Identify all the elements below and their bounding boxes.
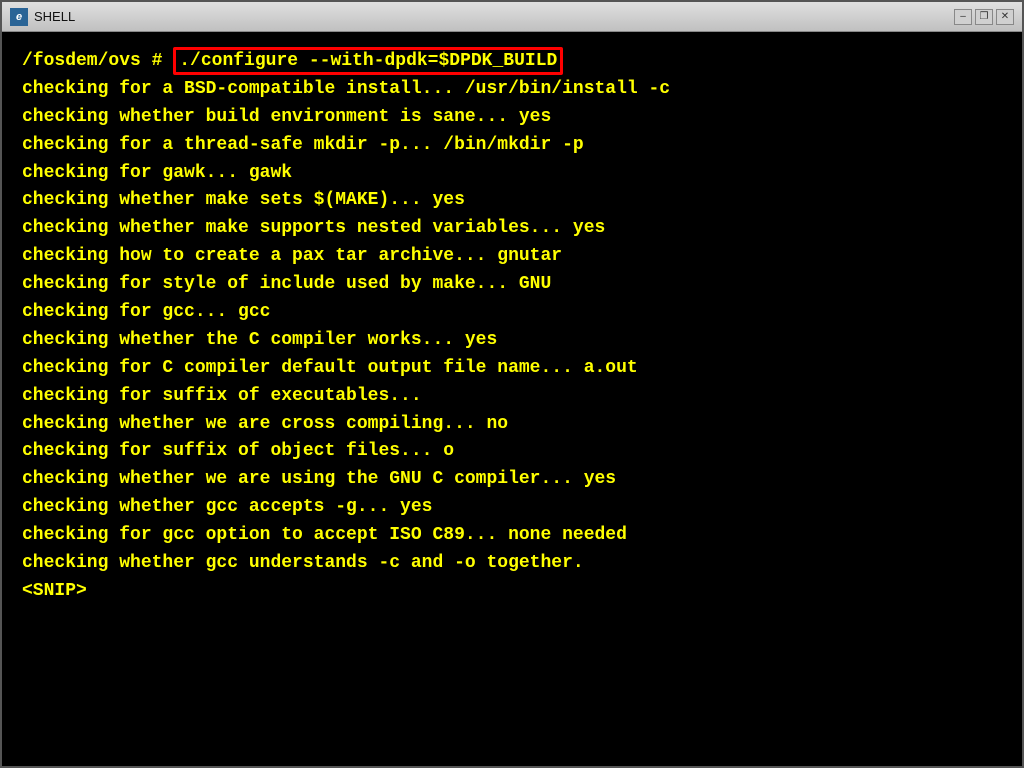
terminal-line-13: checking whether we are cross compiling.… xyxy=(22,411,1002,439)
terminal-line-12: checking for suffix of executables... xyxy=(22,383,1002,411)
close-button[interactable]: ✕ xyxy=(996,9,1014,25)
terminal-line-7: checking how to create a pax tar archive… xyxy=(22,243,1002,271)
shell-window: e SHELL – ❐ ✕ /fosdem/ovs # ./configure … xyxy=(0,0,1024,768)
terminal-line-5: checking whether make sets $(MAKE)... ye… xyxy=(22,187,1002,215)
window-title: SHELL xyxy=(34,9,75,24)
terminal-line-17: checking for gcc option to accept ISO C8… xyxy=(22,522,1002,550)
terminal-line-15: checking whether we are using the GNU C … xyxy=(22,466,1002,494)
terminal-line-10: checking whether the C compiler works...… xyxy=(22,327,1002,355)
terminal-line-6: checking whether make supports nested va… xyxy=(22,215,1002,243)
terminal-line-2: checking whether build environment is sa… xyxy=(22,104,1002,132)
titlebar: e SHELL – ❐ ✕ xyxy=(2,2,1022,32)
terminal-line-14: checking for suffix of object files... o xyxy=(22,438,1002,466)
terminal-line-9: checking for gcc... gcc xyxy=(22,299,1002,327)
terminal-line-8: checking for style of include used by ma… xyxy=(22,271,1002,299)
terminal-output: /fosdem/ovs # ./configure --with-dpdk=$D… xyxy=(2,32,1022,766)
command-line: /fosdem/ovs # ./configure --with-dpdk=$D… xyxy=(22,48,1002,76)
terminal-line-16: checking whether gcc accepts -g... yes xyxy=(22,494,1002,522)
app-icon: e xyxy=(10,8,28,26)
terminal-line-19: <SNIP> xyxy=(22,578,1002,606)
terminal-line-1: checking for a BSD-compatible install...… xyxy=(22,76,1002,104)
highlighted-command: ./configure --with-dpdk=$DPDK_BUILD xyxy=(173,47,563,75)
prompt: /fosdem/ovs # xyxy=(22,51,173,71)
terminal-line-18: checking whether gcc understands -c and … xyxy=(22,550,1002,578)
restore-button[interactable]: ❐ xyxy=(975,9,993,25)
titlebar-left: e SHELL xyxy=(10,8,75,26)
terminal-line-4: checking for gawk... gawk xyxy=(22,160,1002,188)
terminal-line-3: checking for a thread-safe mkdir -p... /… xyxy=(22,132,1002,160)
terminal-line-11: checking for C compiler default output f… xyxy=(22,355,1002,383)
minimize-button[interactable]: – xyxy=(954,9,972,25)
window-controls: – ❐ ✕ xyxy=(954,9,1014,25)
